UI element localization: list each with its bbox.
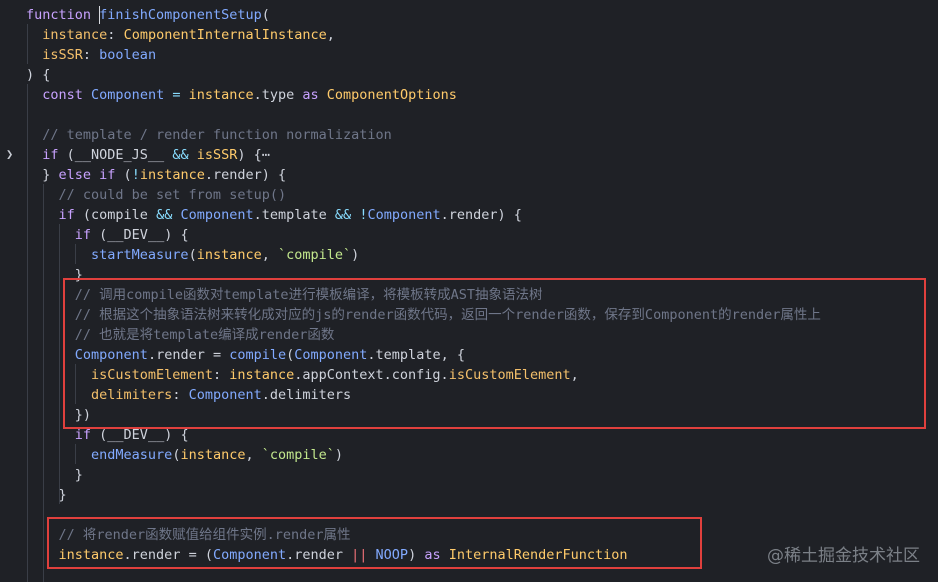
code-token: , bbox=[261, 247, 279, 263]
code-line[interactable]: } bbox=[26, 465, 83, 485]
code-token: .render) { bbox=[440, 207, 522, 223]
code-token: = bbox=[164, 87, 189, 103]
code-token: else if bbox=[58, 167, 124, 183]
code-token: , bbox=[245, 447, 262, 463]
code-token: finishComponentSetup bbox=[99, 7, 262, 23]
code-token: function bbox=[26, 7, 100, 23]
code-token: instance bbox=[188, 87, 254, 103]
code-token: Component bbox=[180, 207, 254, 223]
code-token: if bbox=[74, 427, 100, 443]
code-line[interactable]: // could be set from setup() bbox=[26, 185, 287, 205]
code-token: as bbox=[302, 87, 327, 103]
chevron-right-icon[interactable]: ❯ bbox=[6, 144, 18, 164]
code-line[interactable]: if (__NODE_JS__ && isSSR) {⋯ bbox=[26, 145, 270, 165]
code-token: // could be set from setup() bbox=[26, 187, 287, 203]
code-token: `compile` bbox=[261, 447, 335, 463]
code-line[interactable]: endMeasure(instance, `compile`) bbox=[26, 445, 343, 465]
code-token: } bbox=[26, 167, 59, 183]
code-token: startMeasure bbox=[91, 247, 189, 263]
code-token: if bbox=[74, 227, 100, 243]
code-token: `compile` bbox=[278, 247, 352, 263]
code-token: (__NODE_JS__ bbox=[66, 147, 173, 163]
code-token: ( bbox=[261, 7, 270, 23]
code-token: ComponentInternalInstance bbox=[123, 27, 327, 43]
code-token: : bbox=[107, 27, 124, 43]
code-token: ) bbox=[351, 247, 360, 263]
code-line[interactable]: ) { bbox=[26, 65, 50, 85]
text-cursor bbox=[99, 6, 100, 24]
code-line[interactable]: } bbox=[26, 485, 67, 505]
code-token: ) { bbox=[237, 147, 262, 163]
code-token: Component bbox=[367, 207, 441, 223]
code-token: ( bbox=[188, 247, 197, 263]
code-line[interactable]: if (compile && Component.template && !Co… bbox=[26, 205, 522, 225]
code-line[interactable]: } else if (!instance.render) { bbox=[26, 165, 286, 185]
code-token: if bbox=[58, 207, 83, 223]
code-token: endMeasure bbox=[91, 447, 173, 463]
code-token: boolean bbox=[99, 47, 157, 63]
watermark: @稀土掘金技术社区 bbox=[767, 546, 920, 566]
code-line[interactable]: // template / render function normalizat… bbox=[26, 125, 392, 145]
code-token: isSSR bbox=[42, 47, 83, 63]
code-line[interactable]: startMeasure(instance, `compile`) bbox=[26, 245, 359, 265]
code-token: ComponentOptions bbox=[326, 87, 457, 103]
code-line[interactable]: const Component = instance.type as Compo… bbox=[26, 85, 457, 105]
code-token: (__DEV__) { bbox=[99, 227, 189, 243]
code-line[interactable]: function finishComponentSetup( bbox=[26, 5, 270, 25]
code-token: ) { bbox=[26, 67, 51, 83]
code-line[interactable]: isSSR: boolean bbox=[26, 45, 156, 65]
code-token: isSSR bbox=[196, 147, 238, 163]
code-line[interactable]: instance: ComponentInternalInstance, bbox=[26, 25, 335, 45]
code-token: const bbox=[42, 87, 92, 103]
code-token: } bbox=[26, 487, 67, 503]
code-token: instance bbox=[180, 447, 246, 463]
code-line[interactable]: if (__DEV__) { bbox=[26, 225, 189, 245]
code-token: && bbox=[334, 207, 352, 223]
code-token: ) bbox=[334, 447, 344, 463]
code-token: instance bbox=[42, 27, 108, 43]
code-token: ( bbox=[123, 167, 132, 183]
code-token: if bbox=[42, 147, 67, 163]
code-token: : bbox=[82, 47, 100, 63]
highlight-box-render-assign bbox=[47, 517, 702, 569]
code-token: && bbox=[156, 207, 173, 223]
code-token: .template bbox=[253, 207, 335, 223]
highlight-box-compile bbox=[63, 278, 926, 429]
code-token: (compile bbox=[82, 207, 157, 223]
code-token: .render) { bbox=[204, 167, 287, 183]
code-token: instance bbox=[196, 247, 262, 263]
code-editor[interactable]: ❯ function finishComponentSetup( instanc… bbox=[0, 0, 938, 582]
code-token: // template / render function normalizat… bbox=[26, 127, 392, 143]
code-token: ! bbox=[131, 167, 140, 183]
code-token: .type bbox=[253, 87, 303, 103]
code-token: && bbox=[172, 147, 189, 163]
code-token: ⋯ bbox=[261, 147, 270, 163]
code-token: instance bbox=[139, 167, 205, 183]
code-token: , bbox=[326, 27, 335, 43]
editor-gutter: ❯ bbox=[0, 0, 22, 582]
code-token: (__DEV__) { bbox=[99, 427, 189, 443]
code-token: } bbox=[26, 467, 83, 483]
code-token: Component bbox=[91, 87, 165, 103]
